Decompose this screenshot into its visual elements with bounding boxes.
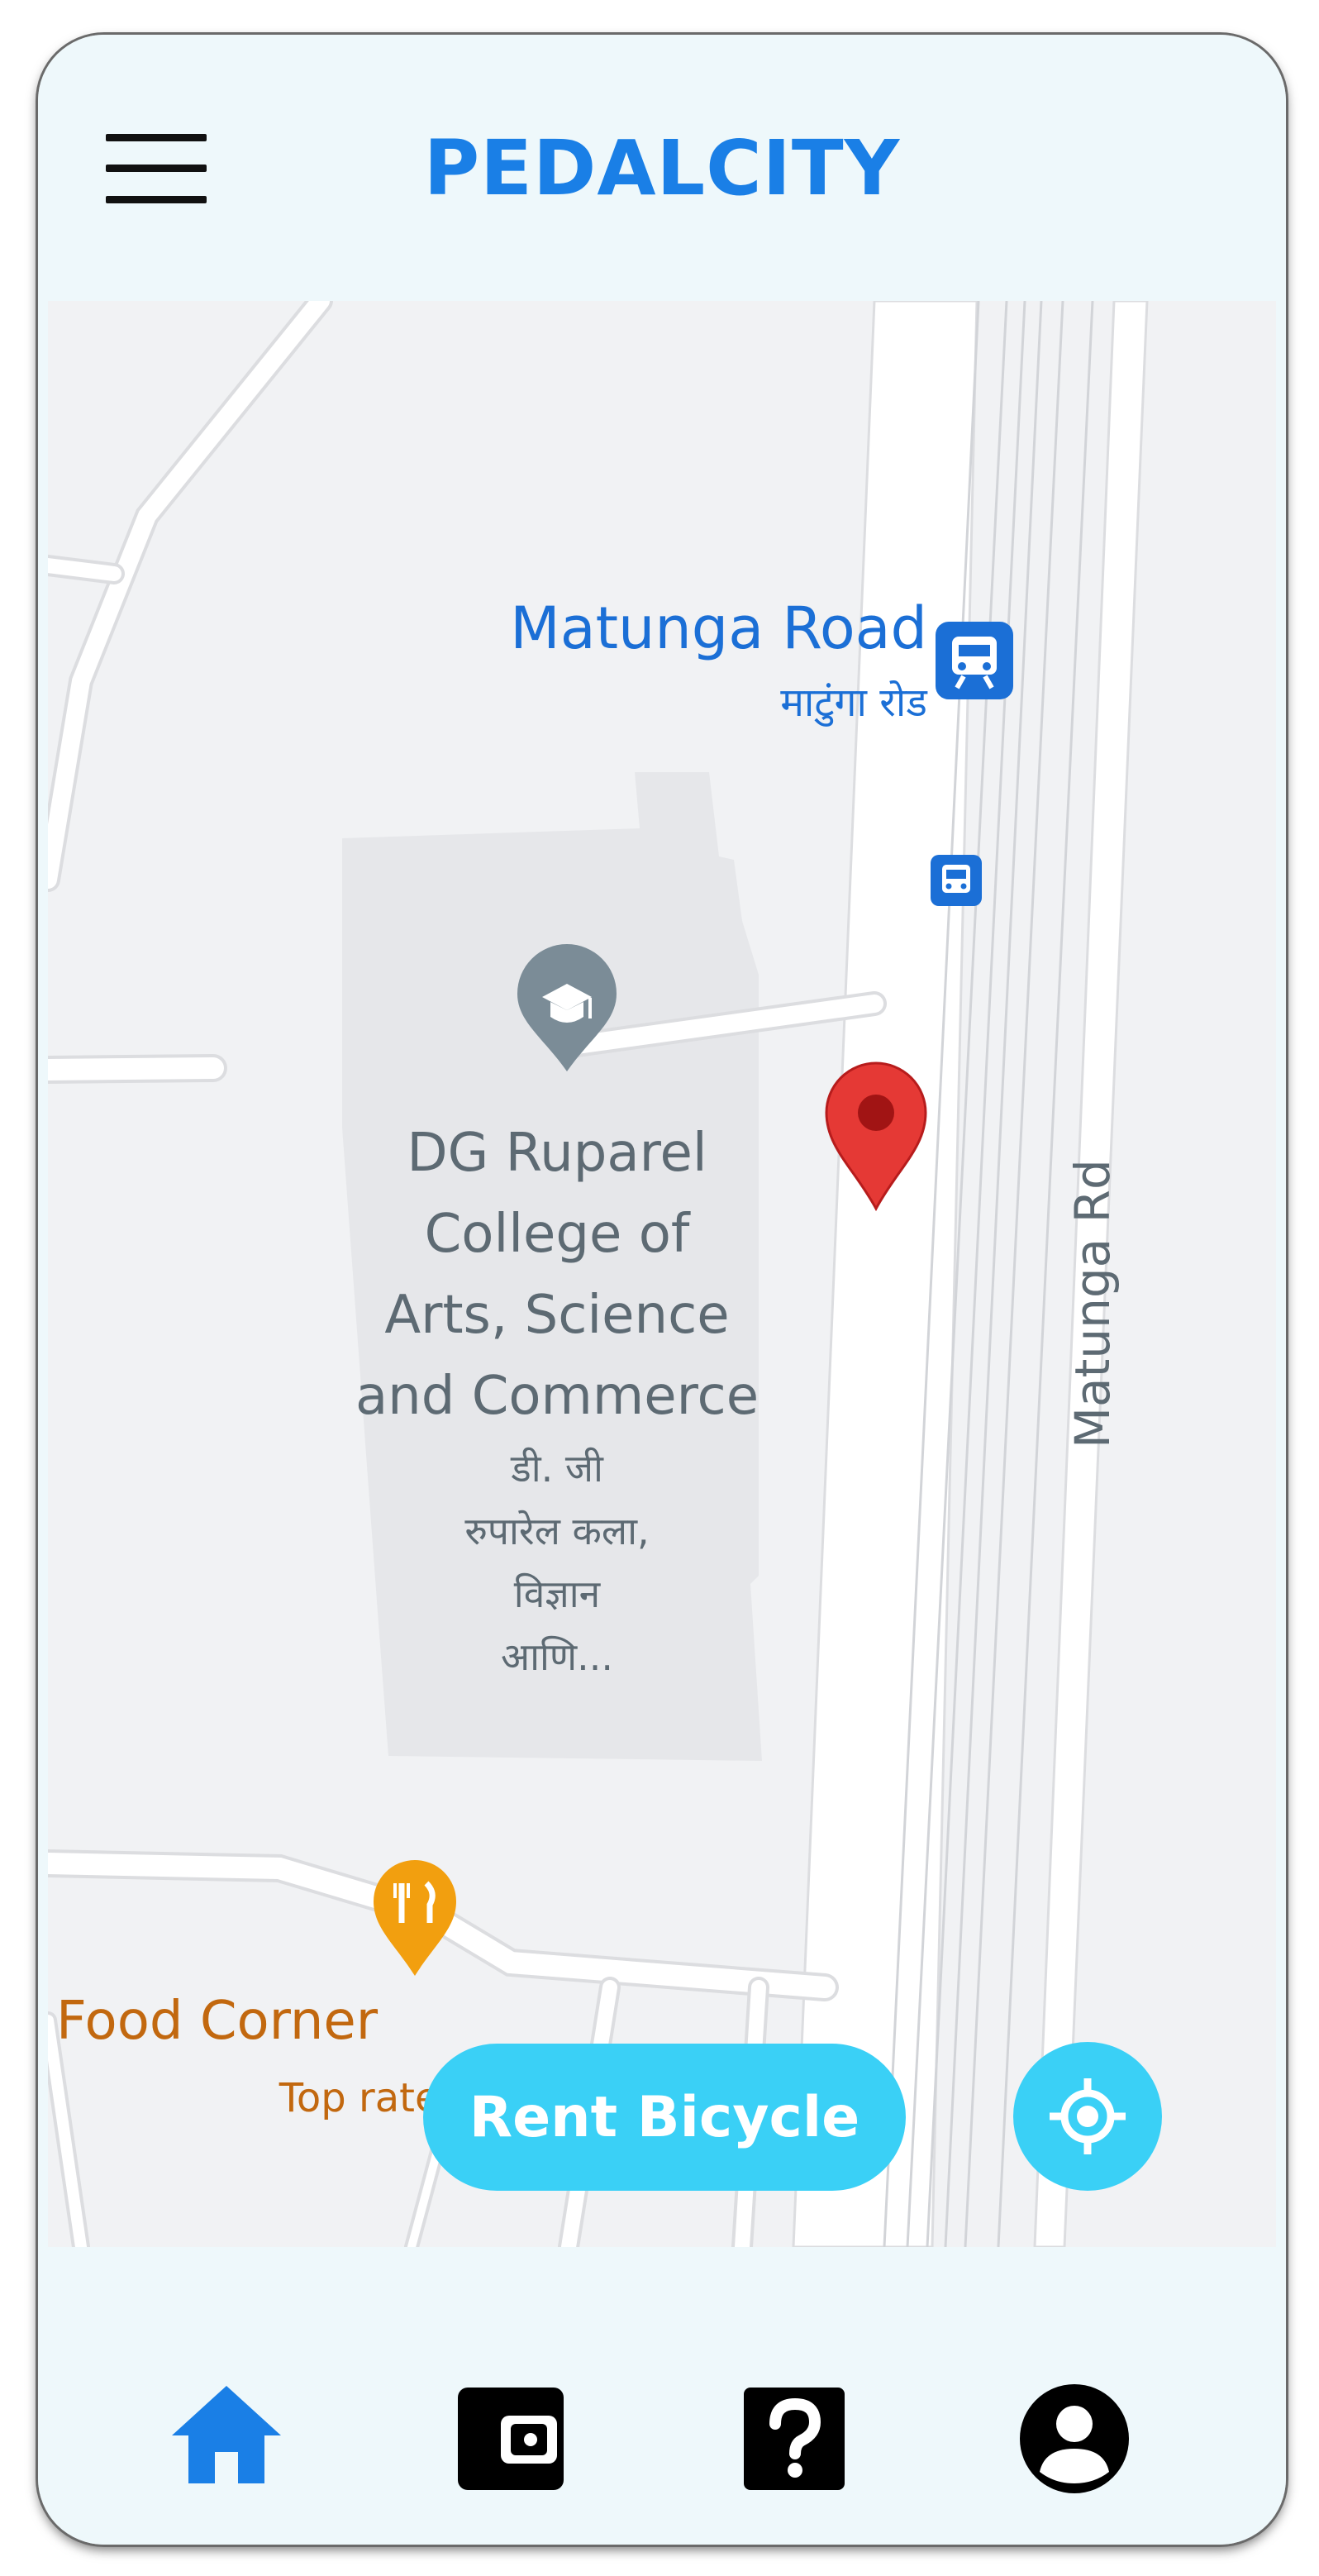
home-icon [172, 2386, 281, 2483]
nav-help[interactable] [736, 2381, 851, 2497]
map-canvas: Matunga Road माटुंगा रोड DG Ruparel Coll… [48, 301, 1149, 2247]
college-local-line-3: विज्ञान [514, 1572, 602, 1616]
college-line-2: College of [425, 1204, 691, 1265]
college-local-line-4: आणि... [501, 1634, 613, 1679]
map-view[interactable]: Matunga Road माटुंगा रोड DG Ruparel Coll… [48, 301, 1276, 2247]
restaurant-pin-icon[interactable] [374, 1860, 456, 1976]
nav-wallet[interactable] [453, 2381, 569, 2497]
rent-bicycle-button[interactable]: Rent Bicycle [423, 2044, 906, 2191]
station-name-label: Matunga Road [510, 594, 927, 662]
app-header: PEDALCITY [38, 35, 1286, 299]
college-line-4: and Commerce [355, 1366, 759, 1427]
my-location-icon [1050, 2078, 1126, 2154]
bus-stop-icon[interactable] [931, 855, 982, 906]
train-station-icon[interactable] [936, 622, 1013, 699]
app-title: PEDALCITY [423, 124, 901, 212]
station-name-local-label: माटुंगा रोड [780, 680, 928, 727]
college-line-1: DG Ruparel [407, 1123, 707, 1184]
road-label: Matunga Rd [1064, 1159, 1121, 1448]
restaurant-name-label: Food Corner [56, 1991, 379, 2052]
my-location-button[interactable] [1013, 2042, 1162, 2191]
help-icon [744, 2388, 845, 2490]
nav-profile[interactable] [1017, 2381, 1132, 2497]
phone-frame: PEDALCITY Matunga Road माटुंगा रोड DG Ru… [38, 35, 1286, 2545]
bottom-navigation [38, 2247, 1286, 2545]
college-local-line-1: डी. जी [510, 1446, 604, 1491]
college-local-line-2: रुपारेल कला, [464, 1509, 649, 1553]
wallet-icon [458, 2388, 564, 2490]
profile-icon [1020, 2384, 1129, 2493]
main-road [792, 301, 979, 2247]
college-line-3: Arts, Science [384, 1285, 729, 1346]
nav-home[interactable] [169, 2381, 284, 2497]
